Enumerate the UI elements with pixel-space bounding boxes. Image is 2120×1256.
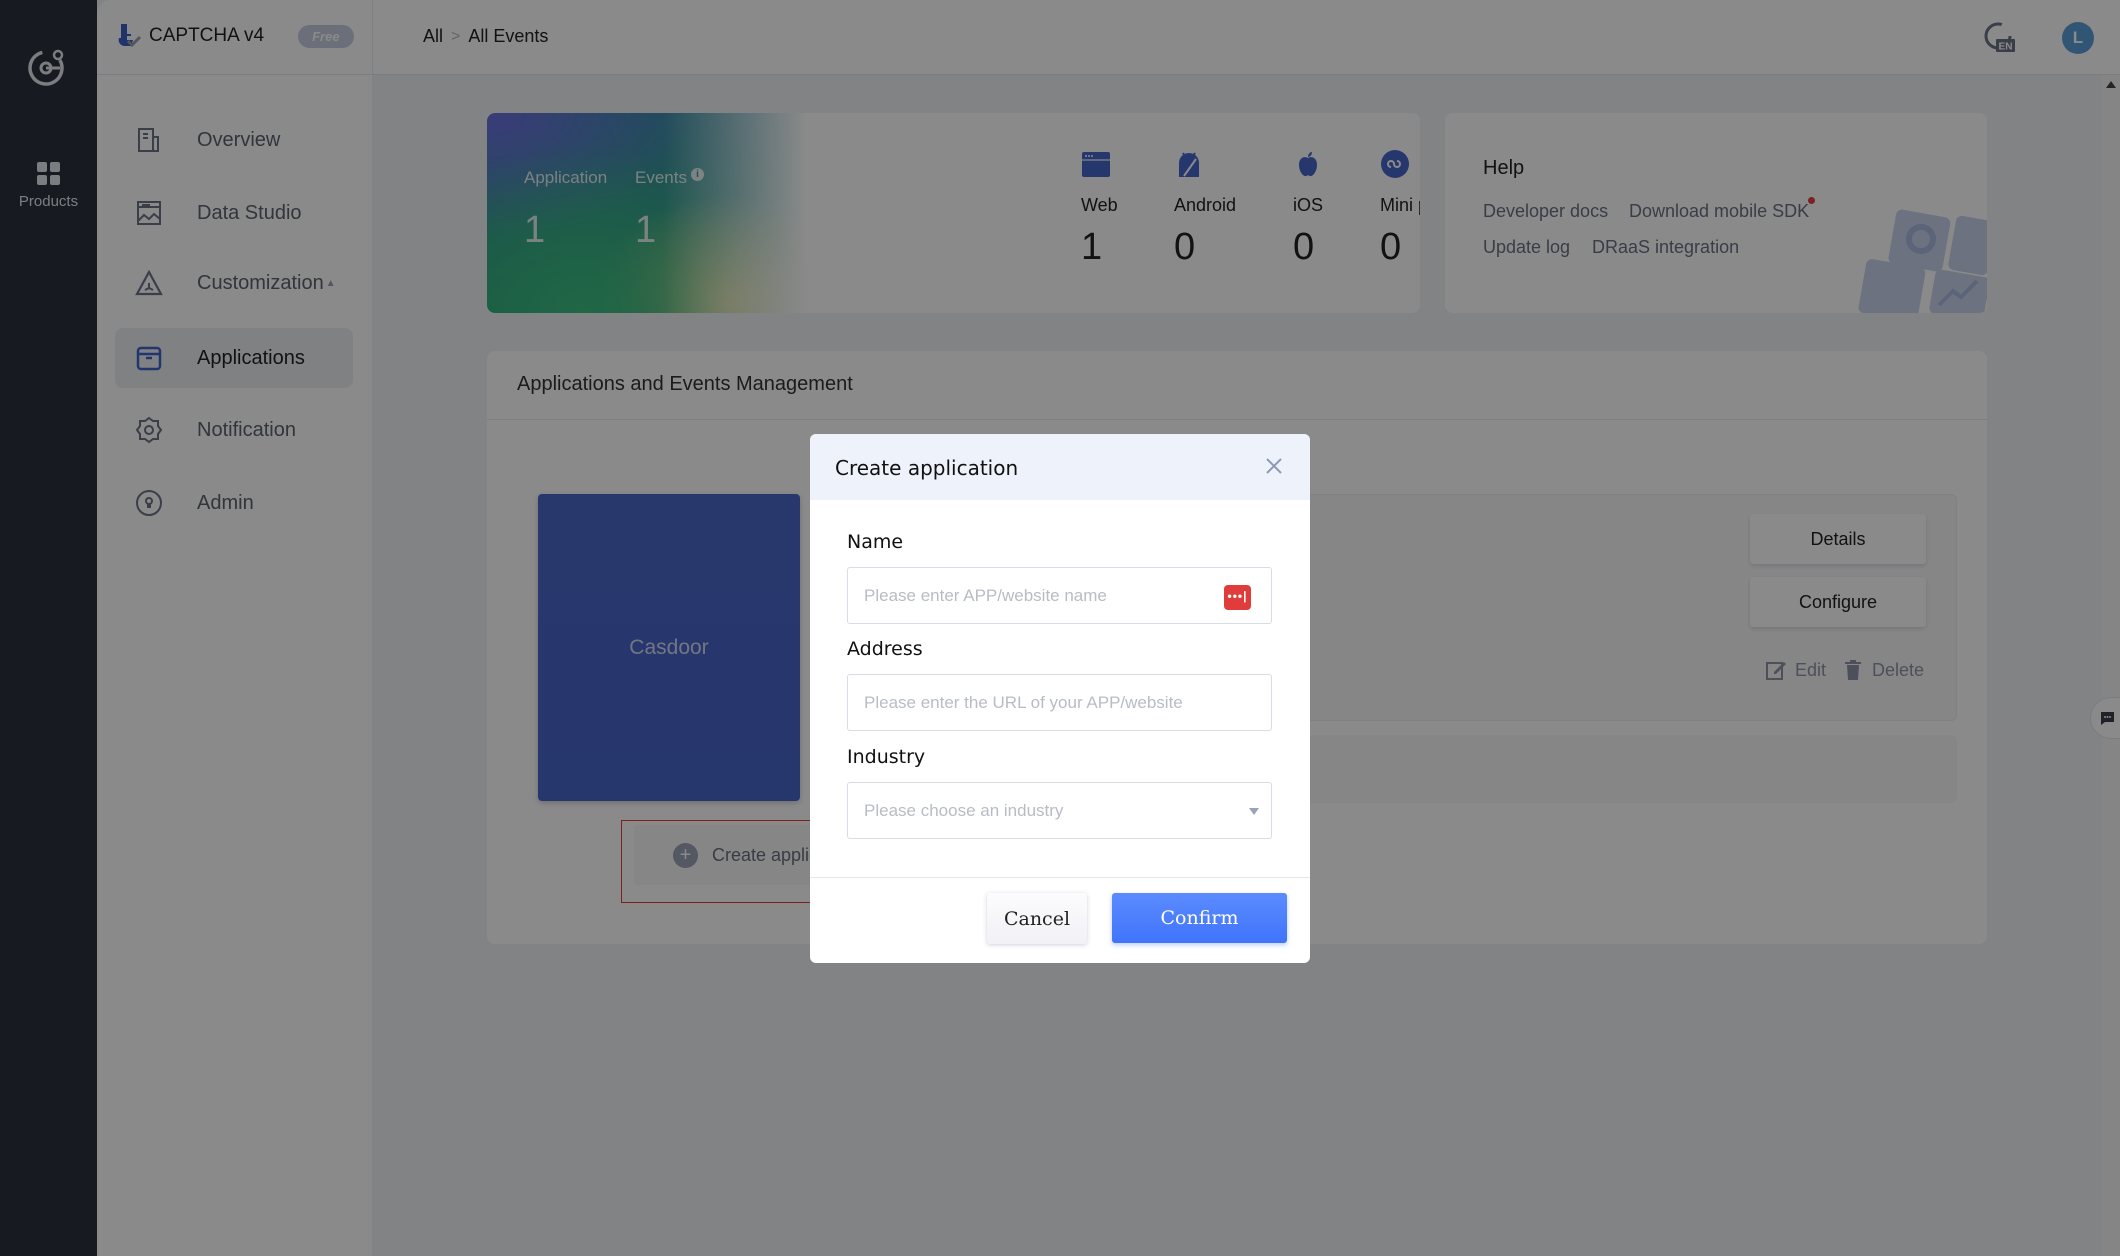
address-field[interactable] [847,674,1272,731]
address-input[interactable] [864,675,1204,730]
industry-placeholder: Please choose an industry [864,801,1064,820]
name-label: Name [847,531,904,553]
dialog-header: Create application [810,434,1310,500]
dialog-title: Create application [835,456,1019,480]
dropdown-arrow-icon [1249,808,1259,815]
industry-select[interactable]: Please choose an industry [847,782,1272,839]
name-field[interactable]: •••| [847,567,1272,624]
address-label: Address [847,638,923,660]
create-application-dialog: Create application Name •••| Address Ind… [810,434,1310,963]
cancel-button[interactable]: Cancel [987,893,1087,944]
password-manager-icon[interactable]: •••| [1224,585,1251,610]
close-icon[interactable] [1264,456,1284,476]
name-input[interactable] [864,568,1204,623]
footer-divider [810,877,1310,878]
confirm-button[interactable]: Confirm [1112,893,1287,943]
industry-label: Industry [847,746,926,768]
